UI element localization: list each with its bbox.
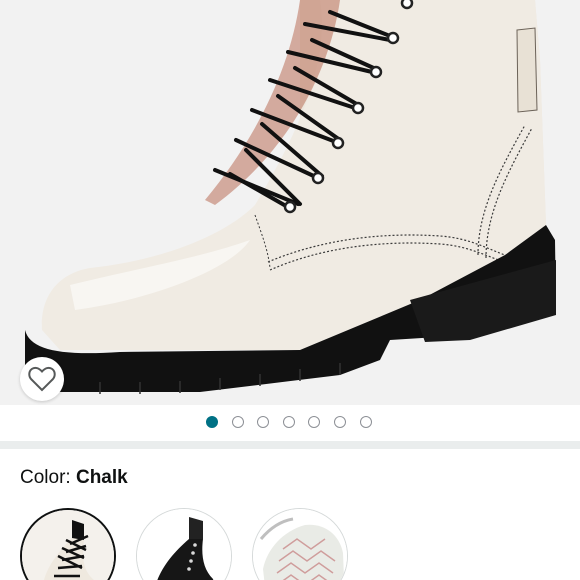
product-image-gallery[interactable] <box>0 0 580 405</box>
heart-outline-icon <box>28 366 56 392</box>
black-boot-swatch[interactable] <box>136 508 232 580</box>
carousel-dot-5[interactable] <box>308 416 321 428</box>
carousel-dot-4[interactable] <box>282 416 295 428</box>
black-boot-thumbnail <box>137 509 231 580</box>
carousel-dot-7[interactable] <box>359 416 372 428</box>
section-divider <box>0 441 580 449</box>
carousel-dot-2[interactable] <box>231 416 244 428</box>
carousel-dot-3[interactable] <box>257 416 270 428</box>
color-label: Color: <box>20 467 71 488</box>
chalk-boot-swatch[interactable] <box>20 508 116 580</box>
color-selection-label: Color: Chalk <box>20 466 128 490</box>
selected-color-value: Chalk <box>75 467 128 488</box>
carousel-dot-1[interactable] <box>206 416 218 428</box>
carousel-dot-6[interactable] <box>333 416 346 428</box>
boot-product-image <box>25 0 556 394</box>
white-sole-swatch[interactable] <box>252 508 348 580</box>
carousel-dots <box>206 416 372 428</box>
add-to-wishlist-button[interactable] <box>20 357 64 401</box>
chalk-boot-thumbnail <box>22 510 114 580</box>
color-swatch-list <box>20 508 580 580</box>
white-sole-thumbnail <box>253 509 347 580</box>
